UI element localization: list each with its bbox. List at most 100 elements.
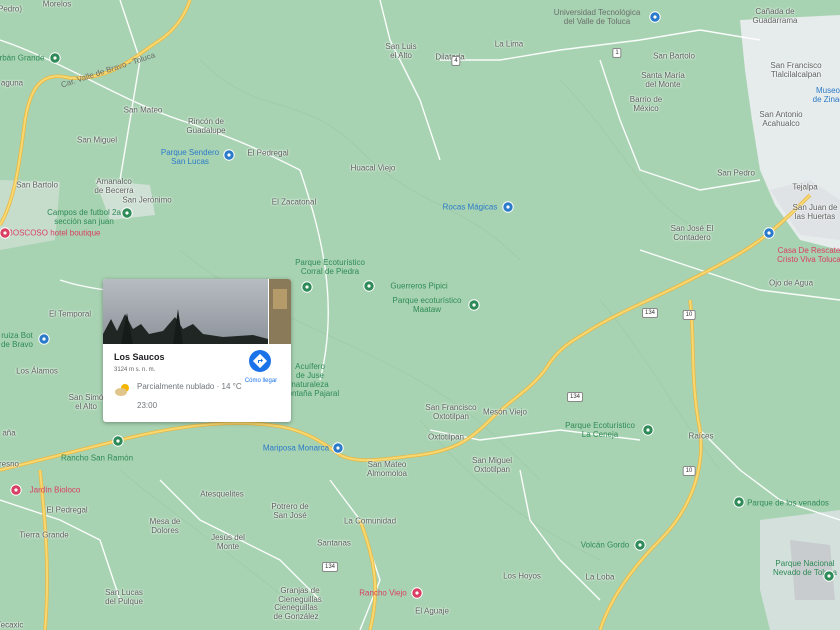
place-label-urban-grande[interactable]: rbán Grande [0,54,44,63]
place-label-pedro[interactable]: Pedro) [0,5,22,14]
place-label-san-jeronimo[interactable]: San Jerónimo [122,196,171,205]
place-label-raices[interactable]: Raíces [689,432,714,441]
place-label-meson-viejo[interactable]: Mesón Viejo [483,408,527,417]
place-label-la-loba[interactable]: La Loba [586,573,615,582]
place-label-morelos[interactable]: Morelos [43,0,71,9]
nacional-pin-icon[interactable] [823,570,835,582]
place-label-san-miguel[interactable]: San Miguel [77,136,117,145]
place-label-san-antonio[interactable]: San Antonio Acahualco [759,110,802,128]
place-label-ruiza[interactable]: ruiza Bot de Bravo [1,331,33,349]
place-label-barrio[interactable]: Barrio de México [630,95,662,113]
place-label-cieneguillas[interactable]: Cieneguillas de González [274,603,319,621]
place-label-campos-futbol[interactable]: Campos de futbol 2a sección san juan [47,208,121,226]
place-info-card[interactable]: Los Saucos 3124 m s. n. m. Parcialmente … [103,279,291,422]
place-label-san-lucas[interactable]: San Lucas del Pulque [105,588,143,606]
guerreros-pin-icon[interactable] [363,280,375,292]
place-label-rancho-san-ramon[interactable]: Rancho San Ramón [61,454,133,463]
place-label-potrero[interactable]: Potrero de San José [271,502,308,520]
contadero-pin-icon[interactable] [763,227,775,239]
place-label-casa-rescate[interactable]: Casa De Rescate Cristo Viva Toluca [777,246,840,264]
ramon-pin-icon[interactable] [112,435,124,447]
directions-label[interactable]: Cómo llegar [241,378,281,384]
place-photo[interactable] [103,279,291,344]
place-label-parque-ceneja[interactable]: Parque Ecoturístico La Ceneja [565,421,635,439]
place-label-amanalco[interactable]: Amanalco de Becerra [94,177,133,195]
place-label-huacal-viejo[interactable]: Huacal Viejo [351,164,396,173]
bosqoso-pin-icon[interactable] [0,227,11,239]
place-label-san-miguel-oxto[interactable]: San Miguel Oxtotilpan [472,456,512,474]
ranchoviejo-pin-icon[interactable] [411,587,423,599]
ruiza-pin-icon[interactable] [38,333,50,345]
place-label-universidad[interactable]: Universidad Tecnológica del Valle de Tol… [554,8,641,26]
place-label-parque-sendero[interactable]: Parque Sendero San Lucas [161,148,219,166]
route-shield-shield-10-b: 10 [682,466,696,476]
place-label-san-francisco-tlal[interactable]: San Francisco Tlalcilalcalpan [770,61,821,79]
map-canvas[interactable]: Morelos Pedro) San Luis el Alto Dilatada La … [0,0,840,630]
golf-pin-icon[interactable] [49,52,61,64]
place-label-parque-maataw[interactable]: Parque ecoturístico Maataw [393,296,462,314]
place-label-san-bartolo-w[interactable]: San Bartolo [16,181,58,190]
maataw-pin-icon[interactable] [468,299,480,311]
sendero-pin-icon[interactable] [223,149,235,161]
venados-pin-icon[interactable] [733,496,745,508]
place-label-el-temporal[interactable]: El Temporal [49,310,91,319]
place-label-tejalpa[interactable]: Tejalpa [792,183,817,192]
place-label-san-jose-contadero[interactable]: San José El Contadero [671,224,714,242]
place-label-el-pedregal-s[interactable]: El Pedregal [46,506,87,515]
place-label-bosqoso[interactable]: BOSCOSO hotel boutique [8,229,101,238]
place-label-tierra-grande[interactable]: Tierra Grande [19,531,69,540]
place-label-san-bartolo-n[interactable]: San Bartolo [653,52,695,61]
place-label-san-mateo-almomoloa[interactable]: San Mateo Almomoloa [367,460,407,478]
place-label-la-comunidad[interactable]: La Comunidad [344,517,396,526]
place-label-eresno[interactable]: resno [0,460,19,469]
place-label-la-lima[interactable]: La Lima [495,40,523,49]
place-label-san-pedro[interactable]: San Pedro [717,169,755,178]
place-label-los-alamos[interactable]: Los Álamos [16,367,58,376]
place-label-santa-maria[interactable]: Santa María del Monte [641,71,685,89]
place-label-granjas[interactable]: Granjas de Cieneguillas [278,586,322,604]
place-label-rincon[interactable]: Rincón de Guadalupe [186,117,225,135]
univ-pin-icon[interactable] [649,11,661,23]
campos-pin-icon[interactable] [121,207,133,219]
place-label-santanas[interactable]: Santanas [317,539,351,548]
place-label-guerreros[interactable]: Guerreros Pipici [390,282,447,291]
place-label-san-simon[interactable]: San Simó el Alto [69,393,104,411]
place-label-museo[interactable]: Museo de Zinac [813,86,840,104]
place-elevation: 3124 m s. n. m. [114,367,156,373]
directions-button[interactable] [249,350,271,372]
volcan-pin-icon[interactable] [634,539,646,551]
place-label-jardin-bioloco[interactable]: Jardín Bioloco [30,486,81,495]
place-label-rancho-viejo[interactable]: Rancho Viejo [359,589,406,598]
route-shield-shield-1: 1 [612,48,622,58]
place-label-san-francisco-oxto[interactable]: San Francisco Oxtotilpan [425,403,476,421]
ceneja-pin-icon[interactable] [642,424,654,436]
bioloco-pin-icon[interactable] [10,484,22,496]
route-shield-shield-4: 4 [451,56,461,66]
place-label-jesus-monte[interactable]: Jesús del Monte [211,533,245,551]
place-label-laguna[interactable]: aguna [1,79,23,88]
place-label-parque-venados[interactable]: Parque de los venados [747,499,829,508]
place-label-ojo-de-agua[interactable]: Ojo de Agua [769,279,813,288]
place-label-el-aguaje[interactable]: El Aguaje [415,607,449,616]
place-label-san-luis-el-alto[interactable]: San Luis el Alto [385,42,416,60]
place-label-san-juan-huertas[interactable]: San Juan de las Huertas [793,203,838,221]
rocas-pin-icon[interactable] [502,201,514,213]
place-label-canada[interactable]: Cañada de Guadarrama [753,7,798,25]
place-label-volcan-gordo[interactable]: Volcán Gordo [581,541,629,550]
place-label-mariposa-monarca[interactable]: Mariposa Monarca [263,444,329,453]
place-label-atesquelites[interactable]: Atesquelites [200,490,244,499]
place-label-mesa-dolores[interactable]: Mesa de Dolores [150,517,181,535]
place-label-rocas-magicas[interactable]: Rocas Mágicas [443,203,498,212]
place-label-el-zacatonal[interactable]: El Zacatonal [272,198,316,207]
place-label-ana[interactable]: aña [2,429,15,438]
place-label-parque-corral[interactable]: Parque Ecoturístico Corral de Piedra [295,258,365,276]
place-label-tecaxic[interactable]: Tecaxic [0,621,23,630]
route-shield-shield-134-a: 134 [641,308,659,318]
place-label-los-hoyos[interactable]: Los Hoyos [503,572,541,581]
corral-pin-icon[interactable] [301,281,313,293]
route-shield-shield-10-a: 10 [682,310,696,320]
mariposa-pin-icon[interactable] [332,442,344,454]
place-label-san-mateo[interactable]: San Mateo [124,106,163,115]
place-label-oxtotilpan[interactable]: Oxtotilpan [428,433,464,442]
place-label-el-pedregal-n[interactable]: El Pedregal [247,149,288,158]
